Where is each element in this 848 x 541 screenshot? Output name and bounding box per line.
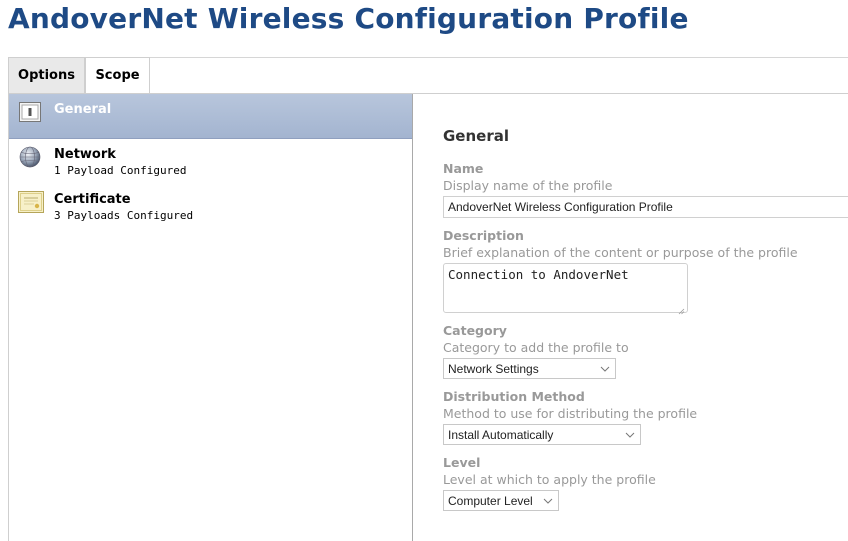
payload-count: 1 Payload Configured [54,164,187,177]
tab-options[interactable]: Options [8,57,85,93]
category-help: Category to add the profile to [443,340,629,355]
sidebar-item-certificate[interactable]: Certificate 3 Payloads Configured [9,189,412,229]
category-label: Category [443,323,507,338]
sidebar-item-label: Certificate [54,192,131,207]
certificate-icon [18,191,44,213]
distribution-method-select[interactable]: Install Automatically [443,424,641,445]
payload-sidebar: General Network 1 Payload Configured Cer… [9,94,413,541]
level-label: Level [443,455,481,470]
resize-grip-icon[interactable] [678,303,685,315]
chevron-down-icon [625,429,635,439]
sidebar-item-general[interactable]: General [9,94,412,139]
description-help: Brief explanation of the content or purp… [443,245,798,260]
level-help: Level at which to apply the profile [443,472,656,487]
general-icon [19,102,41,122]
chevron-down-icon [600,363,610,373]
description-label: Description [443,228,524,243]
category-select[interactable]: Network Settings [443,358,616,379]
payload-count: 3 Payloads Configured [54,209,194,222]
name-label: Name [443,161,484,176]
globe-icon [19,146,41,168]
general-settings-panel: General Name Display name of the profile… [413,94,848,541]
page-title: AndoverNet Wireless Configuration Profil… [8,2,689,35]
description-field[interactable]: Connection to AndoverNet [443,263,688,315]
chevron-down-icon [543,495,553,505]
distribution-help: Method to use for distributing the profi… [443,406,698,421]
description-value: Connection to AndoverNet [448,267,629,282]
tab-scope[interactable]: Scope [85,57,150,93]
name-help: Display name of the profile [443,178,613,193]
sidebar-item-network[interactable]: Network 1 Payload Configured [9,144,412,184]
section-title: General [443,127,509,145]
level-select[interactable]: Computer Level [443,490,559,511]
name-field[interactable]: AndoverNet Wireless Configuration Profil… [443,196,848,218]
sidebar-item-label: General [54,102,112,117]
category-value: Network Settings [448,362,539,376]
distribution-value: Install Automatically [448,428,554,442]
level-value: Computer Level [448,494,533,508]
distribution-label: Distribution Method [443,389,585,404]
sidebar-item-label: Network [54,147,116,162]
